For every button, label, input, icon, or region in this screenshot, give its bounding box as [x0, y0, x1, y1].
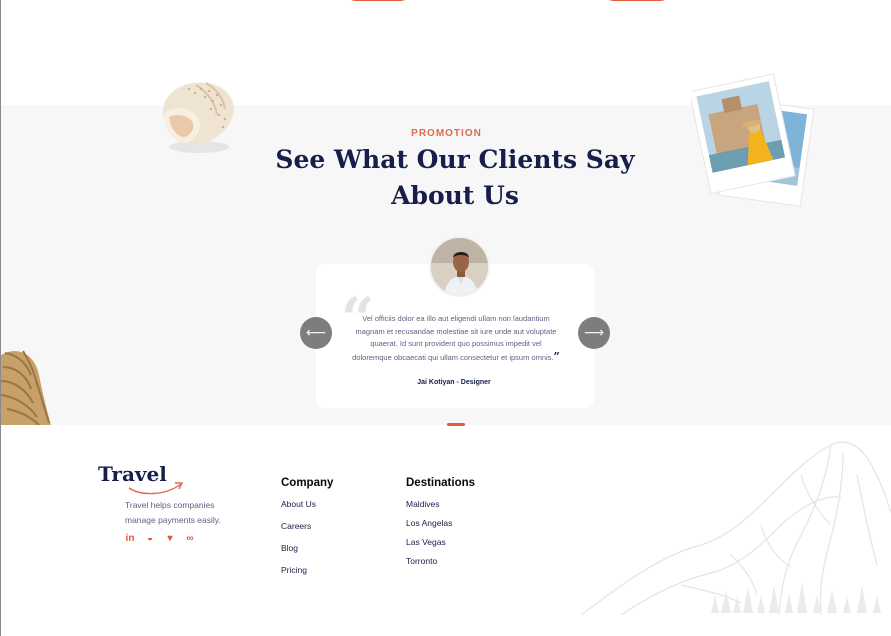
avatar: [429, 236, 490, 297]
footer-link-pricing[interactable]: Pricing: [281, 565, 307, 575]
page-root: PROMOTION See What Our Clients Say About…: [0, 0, 891, 636]
carousel-prev-button[interactable]: ⟵: [300, 317, 332, 349]
footer-tagline: Travel helps companies manage payments e…: [125, 500, 221, 525]
link-icon[interactable]: ∞: [184, 533, 196, 545]
logo-swoosh-icon: [128, 482, 184, 495]
social-links: in ◒ ▾ ∞: [124, 533, 196, 545]
testimonial-quote: Vel officiis dolor ea illo aut eligendi …: [351, 313, 561, 364]
testimonial-author: Jai Kotiyan - Designer: [417, 379, 491, 386]
footer-link-careers[interactable]: Careers: [281, 521, 311, 531]
messenger-icon[interactable]: ◒: [144, 533, 156, 545]
top-cta-button-left[interactable]: [343, 0, 413, 1]
footer-link-blog[interactable]: Blog: [281, 543, 298, 553]
footer-company-heading: Company: [281, 477, 334, 489]
arrow-left-icon: ⟵: [305, 325, 327, 341]
footer-link-las-vegas[interactable]: Las Vegas: [406, 537, 446, 547]
section-title-line1: See What Our Clients Say: [275, 145, 635, 174]
twitter-icon[interactable]: ▾: [164, 533, 176, 545]
section-title: See What Our Clients Say About Us: [1, 142, 891, 214]
rope-image: [1, 350, 51, 425]
footer-link-los-angelas[interactable]: Los Angelas: [406, 518, 452, 528]
section-title-line2: About Us: [391, 181, 519, 210]
linkedin-icon[interactable]: in: [124, 533, 136, 545]
arrow-right-icon: ⟶: [583, 325, 605, 341]
footer-destinations-heading: Destinations: [406, 477, 476, 489]
testimonial-quote-text: Vel officiis dolor ea illo aut eligendi …: [352, 314, 557, 362]
footer-link-about-us[interactable]: About Us: [281, 499, 316, 509]
carousel-next-button[interactable]: ⟶: [578, 317, 610, 349]
mountain-sketch-image: [581, 441, 891, 616]
footer-link-torronto[interactable]: Torronto: [406, 556, 437, 566]
top-cta-button-right[interactable]: [601, 0, 673, 1]
carousel-indicator-active[interactable]: [447, 423, 465, 426]
footer-link-maldives[interactable]: Maldives: [406, 499, 440, 509]
section-eyebrow: PROMOTION: [411, 128, 482, 139]
close-quote-icon: ”: [553, 349, 560, 363]
